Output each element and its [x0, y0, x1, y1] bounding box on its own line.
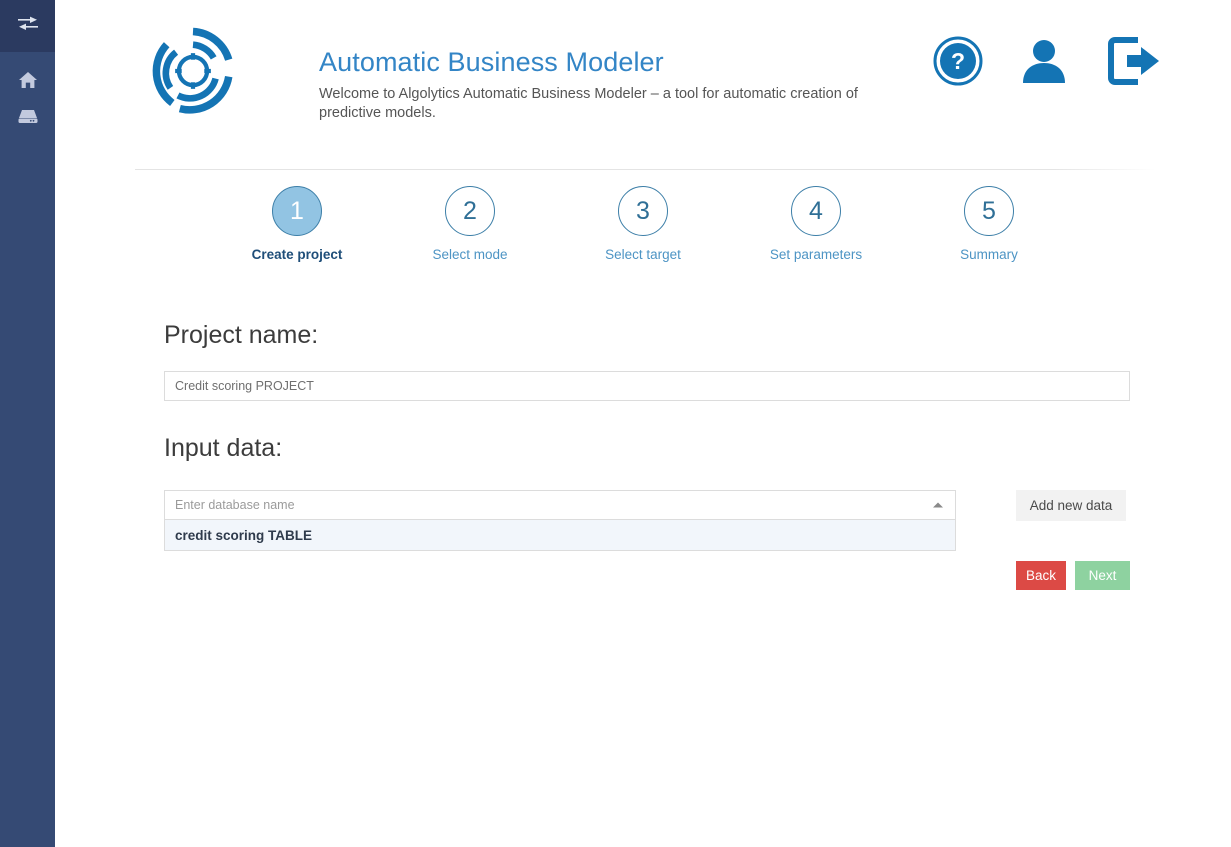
- database-select-placeholder: Enter database name: [175, 498, 295, 512]
- database-icon: [17, 108, 39, 125]
- user-icon[interactable]: [1019, 36, 1069, 91]
- step-number: 1: [272, 186, 322, 236]
- back-button[interactable]: Back: [1016, 561, 1066, 590]
- project-name-heading: Project name:: [164, 320, 318, 350]
- step-5-summary[interactable]: 5 Summary: [934, 186, 1044, 263]
- step-2-select-mode[interactable]: 2 Select mode: [415, 186, 525, 263]
- sidebar-nav: [0, 52, 55, 134]
- svg-text:?: ?: [951, 48, 965, 74]
- add-new-data-button[interactable]: Add new data: [1016, 490, 1126, 521]
- sidebar-item-home[interactable]: [0, 62, 55, 98]
- sidebar: [0, 0, 55, 847]
- step-number: 4: [791, 186, 841, 236]
- step-label: Select mode: [432, 246, 507, 263]
- page-header: Automatic Business Modeler Welcome to Al…: [55, 0, 1231, 170]
- sidebar-toggle-button[interactable]: [0, 0, 55, 52]
- logout-icon[interactable]: [1105, 36, 1161, 91]
- input-data-heading: Input data:: [164, 433, 282, 463]
- database-option-credit-scoring-table[interactable]: credit scoring TABLE: [165, 520, 955, 550]
- sidebar-item-data[interactable]: [0, 98, 55, 134]
- header-divider: [135, 169, 1156, 170]
- step-label: Set parameters: [770, 246, 862, 263]
- exchange-arrows-icon: [16, 15, 40, 38]
- step-4-set-parameters[interactable]: 4 Set parameters: [761, 186, 871, 263]
- caret-up-icon[interactable]: [933, 503, 943, 508]
- step-number: 5: [964, 186, 1014, 236]
- step-label: Select target: [605, 246, 681, 263]
- page-subtitle: Welcome to Algolytics Automatic Business…: [319, 85, 875, 122]
- header-actions: ?: [933, 36, 1161, 91]
- header-text-block: Automatic Business Modeler Welcome to Al…: [319, 45, 899, 122]
- next-button[interactable]: Next: [1075, 561, 1130, 590]
- help-icon[interactable]: ?: [933, 36, 983, 91]
- app-root: Automatic Business Modeler Welcome to Al…: [0, 0, 1231, 847]
- project-name-input[interactable]: [164, 371, 1130, 401]
- step-1-create-project[interactable]: 1 Create project: [242, 186, 352, 263]
- database-select: Enter database name credit scoring TABLE: [164, 490, 956, 551]
- database-select-control[interactable]: Enter database name: [164, 490, 956, 520]
- database-select-menu: credit scoring TABLE: [164, 520, 956, 551]
- step-label: Summary: [960, 246, 1018, 263]
- home-icon: [18, 71, 38, 90]
- step-3-select-target[interactable]: 3 Select target: [588, 186, 698, 263]
- algolytics-logo-icon: [145, 24, 241, 118]
- step-number: 2: [445, 186, 495, 236]
- page-title: Automatic Business Modeler: [319, 45, 899, 79]
- step-number: 3: [618, 186, 668, 236]
- wizard-stepper: 1 Create project 2 Select mode 3 Select …: [55, 186, 1231, 263]
- step-label: Create project: [252, 246, 343, 263]
